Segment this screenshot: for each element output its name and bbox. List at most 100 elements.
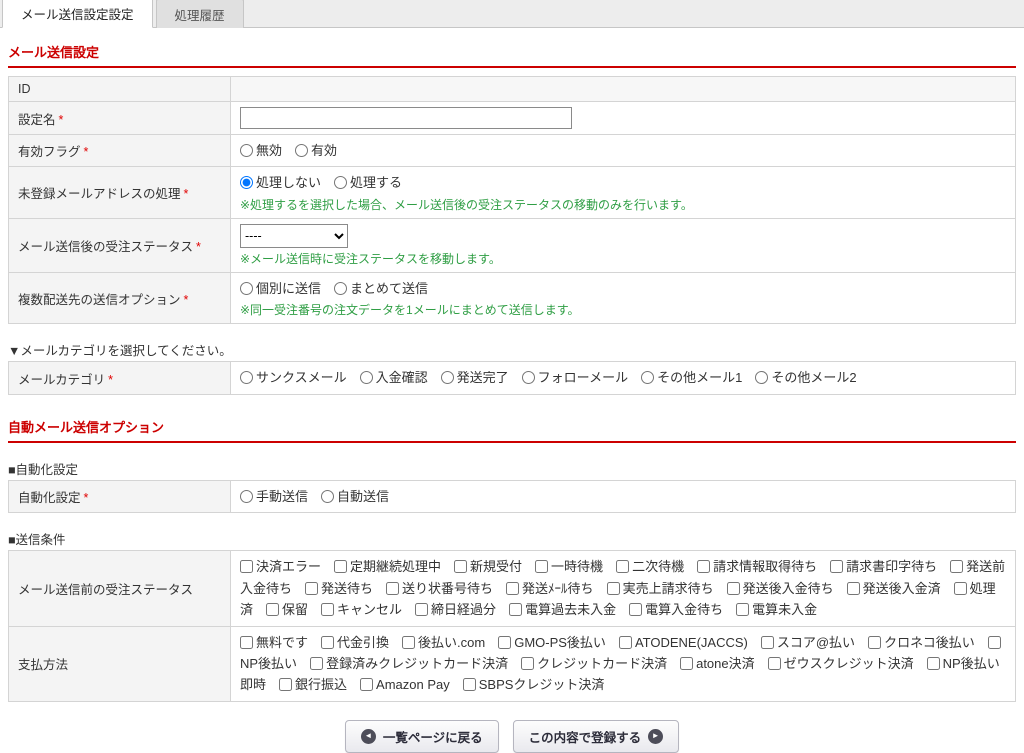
payment-checkboxes-checkbox[interactable] bbox=[240, 635, 253, 649]
pre-status-checkboxes-checkbox[interactable] bbox=[240, 560, 253, 574]
pre-status-checkboxes-checkbox[interactable] bbox=[535, 560, 549, 574]
payment-checkboxes-option[interactable]: ゼウスクレジット決済 bbox=[767, 656, 914, 671]
multi-ship-radios-radio[interactable] bbox=[240, 281, 253, 295]
pre-status-checkboxes-option[interactable]: 請求書印字待ち bbox=[830, 559, 937, 574]
multi-ship-radios-radio[interactable] bbox=[334, 281, 348, 295]
enabled-flag-radios-radio[interactable] bbox=[295, 144, 309, 157]
pre-status-checkboxes-checkbox[interactable] bbox=[629, 603, 643, 617]
payment-checkboxes-option[interactable]: 登録済みクレジットカード決済 bbox=[310, 656, 508, 671]
mail-category-radios-option[interactable]: その他メール2 bbox=[755, 367, 857, 388]
multi-ship-radios-option[interactable]: 個別に送信 bbox=[240, 278, 321, 299]
payment-checkboxes-checkbox[interactable] bbox=[926, 656, 940, 670]
payment-checkboxes-option[interactable]: 無料です bbox=[240, 635, 308, 650]
mail-category-radios-radio[interactable] bbox=[440, 371, 454, 385]
pre-status-checkboxes-checkbox[interactable] bbox=[846, 581, 860, 595]
pre-status-checkboxes-option[interactable]: 保留 bbox=[266, 602, 308, 617]
payment-checkboxes-checkbox[interactable] bbox=[521, 656, 535, 670]
register-button[interactable]: この内容で登録する ► bbox=[512, 719, 680, 753]
payment-checkboxes-checkbox[interactable] bbox=[767, 656, 781, 670]
pre-status-checkboxes-checkbox[interactable] bbox=[616, 560, 630, 574]
tab-mail-send-setting[interactable]: メール送信設定設定 bbox=[2, 0, 153, 28]
unregistered-radios-radio[interactable] bbox=[240, 176, 253, 190]
payment-checkboxes-option[interactable]: 銀行振込 bbox=[279, 677, 347, 692]
pre-status-checkboxes-checkbox[interactable] bbox=[950, 560, 964, 574]
pre-status-checkboxes-option[interactable]: 決済エラー bbox=[240, 559, 321, 574]
pre-status-checkboxes-checkbox[interactable] bbox=[953, 581, 967, 595]
payment-checkboxes-checkbox[interactable] bbox=[321, 635, 335, 649]
pre-status-checkboxes-checkbox[interactable] bbox=[454, 560, 468, 574]
pre-status-checkboxes-checkbox[interactable] bbox=[736, 603, 750, 617]
payment-checkboxes-option[interactable]: クレジットカード決済 bbox=[521, 656, 667, 671]
payment-checkboxes-checkbox[interactable] bbox=[462, 678, 476, 692]
automation-radios-option[interactable]: 自動送信 bbox=[321, 486, 389, 507]
payment-checkboxes-checkbox[interactable] bbox=[310, 656, 324, 670]
unregistered-radios-radio[interactable] bbox=[334, 176, 348, 190]
pre-status-checkboxes-checkbox[interactable] bbox=[266, 603, 280, 617]
payment-checkboxes-option[interactable]: SBPSクレジット決済 bbox=[462, 677, 604, 692]
pre-status-checkboxes-option[interactable]: 二次待機 bbox=[616, 559, 684, 574]
pre-status-checkboxes-option[interactable]: 締日経過分 bbox=[415, 602, 496, 617]
pre-status-checkboxes-checkbox[interactable] bbox=[415, 603, 429, 617]
pre-status-checkboxes-checkbox[interactable] bbox=[305, 581, 319, 595]
mail-category-radios-radio[interactable] bbox=[240, 371, 253, 385]
pre-status-checkboxes-checkbox[interactable] bbox=[386, 581, 400, 595]
payment-checkboxes-checkbox[interactable] bbox=[760, 635, 774, 649]
pre-status-checkboxes-option[interactable]: 電算過去未入金 bbox=[509, 602, 616, 617]
pre-status-checkboxes-option[interactable]: 一時待機 bbox=[535, 559, 603, 574]
pre-status-checkboxes-option[interactable]: 発送ﾒｰﾙ待ち bbox=[506, 581, 594, 596]
payment-checkboxes-checkbox[interactable] bbox=[680, 656, 694, 670]
automation-radios-radio[interactable] bbox=[321, 489, 335, 503]
pre-status-checkboxes-option[interactable]: キャンセル bbox=[321, 602, 402, 617]
pre-status-checkboxes-option[interactable]: 発送待ち bbox=[305, 581, 373, 596]
mail-category-radios-radio[interactable] bbox=[641, 371, 655, 385]
unregistered-radios-option[interactable]: 処理しない bbox=[240, 172, 321, 193]
pre-status-checkboxes-checkbox[interactable] bbox=[830, 560, 844, 574]
mail-category-radios-option[interactable]: サンクスメール bbox=[240, 367, 347, 388]
unregistered-radios-option[interactable]: 処理する bbox=[334, 172, 402, 193]
payment-checkboxes-checkbox[interactable] bbox=[987, 635, 1001, 649]
payment-checkboxes-checkbox[interactable] bbox=[498, 635, 512, 649]
payment-checkboxes-option[interactable]: 代金引換 bbox=[321, 635, 389, 650]
automation-radios-option[interactable]: 手動送信 bbox=[240, 486, 308, 507]
mail-category-radios-radio[interactable] bbox=[521, 371, 535, 385]
pre-status-checkboxes-checkbox[interactable] bbox=[506, 581, 520, 595]
enabled-flag-radios-option[interactable]: 有効 bbox=[295, 140, 337, 161]
mail-category-radios-radio[interactable] bbox=[359, 371, 373, 385]
pre-status-checkboxes-checkbox[interactable] bbox=[606, 581, 620, 595]
payment-checkboxes-checkbox[interactable] bbox=[868, 635, 882, 649]
mail-category-radios-option[interactable]: フォローメール bbox=[521, 367, 628, 388]
payment-checkboxes-option[interactable]: atone決済 bbox=[680, 656, 755, 671]
pre-status-checkboxes-checkbox[interactable] bbox=[334, 560, 348, 574]
payment-checkboxes-checkbox[interactable] bbox=[618, 635, 632, 649]
payment-checkboxes-option[interactable]: Amazon Pay bbox=[360, 677, 450, 692]
enabled-flag-radios-radio[interactable] bbox=[240, 144, 253, 157]
payment-checkboxes-checkbox[interactable] bbox=[402, 635, 416, 649]
payment-checkboxes-checkbox[interactable] bbox=[279, 678, 293, 692]
payment-checkboxes-option[interactable]: クロネコ後払い bbox=[868, 635, 975, 650]
pre-status-checkboxes-checkbox[interactable] bbox=[726, 581, 740, 595]
pre-status-checkboxes-option[interactable]: 発送後入金待ち bbox=[726, 581, 834, 596]
mail-category-radios-option[interactable]: 入金確認 bbox=[359, 367, 428, 388]
payment-checkboxes-option[interactable]: スコア@払い bbox=[760, 635, 855, 650]
back-to-list-button[interactable]: ◄ 一覧ページに戻る bbox=[344, 719, 499, 753]
mail-category-radios-option[interactable]: その他メール1 bbox=[641, 367, 742, 388]
pre-status-checkboxes-option[interactable]: 電算未入金 bbox=[736, 602, 817, 617]
pre-status-checkboxes-checkbox[interactable] bbox=[697, 560, 711, 574]
payment-checkboxes-option[interactable]: GMO-PS後払い bbox=[498, 635, 606, 650]
mail-category-radios-radio[interactable] bbox=[755, 371, 769, 385]
pre-status-checkboxes-checkbox[interactable] bbox=[321, 603, 335, 617]
payment-checkboxes-checkbox[interactable] bbox=[360, 678, 374, 692]
payment-checkboxes-option[interactable]: 後払い.com bbox=[402, 635, 485, 650]
pre-status-checkboxes-checkbox[interactable] bbox=[509, 603, 523, 617]
payment-checkboxes-option[interactable]: ATODENE(JACCS) bbox=[618, 635, 748, 650]
pre-status-checkboxes-option[interactable]: 電算入金待ち bbox=[629, 602, 723, 617]
setting-name-input[interactable] bbox=[240, 107, 572, 129]
multi-ship-radios-option[interactable]: まとめて送信 bbox=[334, 278, 428, 299]
pre-status-checkboxes-option[interactable]: 発送後入金済 bbox=[846, 581, 941, 596]
pre-status-checkboxes-option[interactable]: 定期継続処理中 bbox=[334, 559, 441, 574]
automation-radios-radio[interactable] bbox=[240, 489, 253, 503]
post-status-select[interactable]: ---- bbox=[240, 223, 348, 248]
pre-status-checkboxes-option[interactable]: 実売上請求待ち bbox=[606, 581, 714, 596]
enabled-flag-radios-option[interactable]: 無効 bbox=[240, 140, 282, 161]
mail-category-radios-option[interactable]: 発送完了 bbox=[440, 367, 509, 388]
